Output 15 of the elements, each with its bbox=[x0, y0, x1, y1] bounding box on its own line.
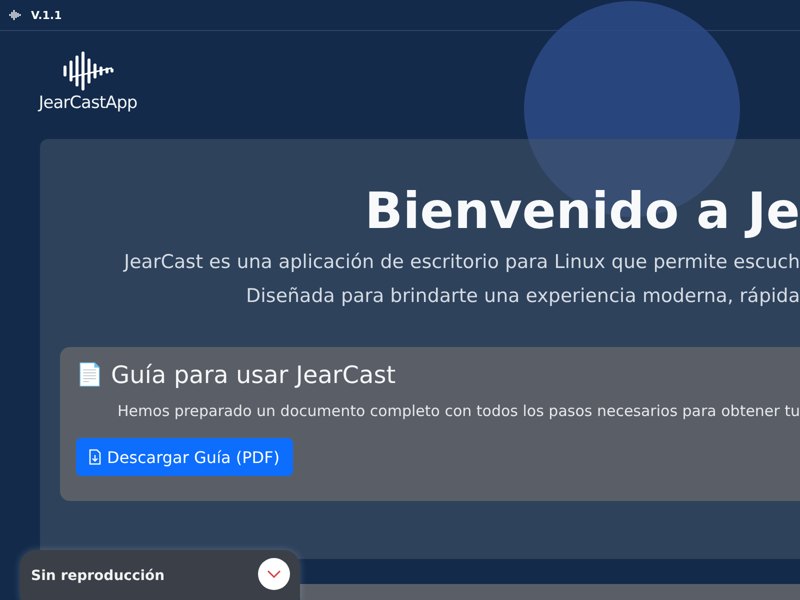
waveform-logo-icon bbox=[62, 51, 114, 91]
description-text: JearCast es una aplicación de escritorio para Linux que permite escuch bbox=[122, 250, 800, 275]
document-icon: 📄 bbox=[76, 362, 103, 388]
expand-toggle-button[interactable] bbox=[258, 558, 290, 590]
description-text: Diseñada para brindarte una experiencia moderna, rápida bbox=[245, 284, 800, 309]
waveform-icon bbox=[9, 10, 23, 20]
app-logo-text: JearCastApp bbox=[38, 93, 138, 113]
file-download-icon bbox=[89, 449, 101, 465]
welcome-title: Bienvenido a Je bbox=[364, 181, 800, 242]
playback-status: Sin reproducción bbox=[31, 568, 165, 584]
chevron-icon bbox=[267, 570, 281, 578]
download-guide-button[interactable]: Descargar Guía (PDF) bbox=[76, 438, 293, 476]
guide-title: Guía para usar JearCast bbox=[111, 361, 396, 389]
guide-text: Hemos preparado un documento completo con todos los pasos necesarios para obtener tu bbox=[116, 402, 800, 420]
version-label: V.1.1 bbox=[31, 8, 62, 22]
